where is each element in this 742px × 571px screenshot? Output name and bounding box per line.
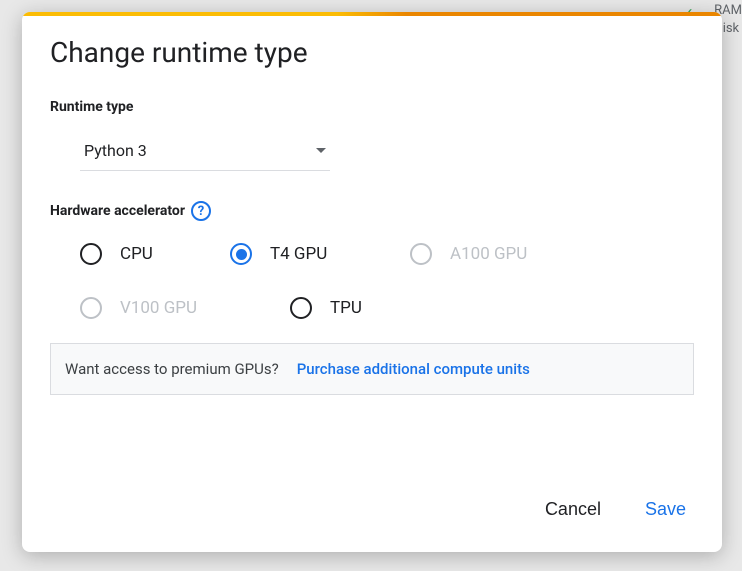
save-button[interactable]: Save: [639, 495, 692, 524]
accelerator-radio-cpu[interactable]: CPU: [80, 243, 230, 265]
runtime-type-label: Runtime type: [50, 99, 694, 115]
accelerator-radio-group: CPU T4 GPU A100 GPU V100 GPU TPU: [80, 243, 694, 319]
radio-icon: [410, 243, 432, 265]
premium-promo: Want access to premium GPUs? Purchase ad…: [50, 343, 694, 395]
promo-text: Want access to premium GPUs?: [65, 360, 279, 378]
runtime-type-value: Python 3: [84, 141, 147, 160]
radio-label: A100 GPU: [450, 244, 527, 264]
radio-label: TPU: [330, 298, 362, 318]
cancel-button[interactable]: Cancel: [539, 495, 607, 524]
runtime-dialog: Change runtime type Runtime type Python …: [22, 12, 722, 552]
accelerator-label-text: Hardware accelerator: [50, 203, 185, 219]
chevron-down-icon: [316, 148, 326, 153]
accelerator-radio-t4[interactable]: T4 GPU: [230, 243, 410, 265]
radio-icon: [230, 243, 252, 265]
radio-label: V100 GPU: [120, 298, 197, 318]
accelerator-radio-a100: A100 GPU: [410, 243, 610, 265]
promo-link[interactable]: Purchase additional compute units: [297, 360, 530, 378]
radio-label: T4 GPU: [270, 244, 327, 264]
radio-label: CPU: [120, 244, 153, 264]
accelerator-radio-v100: V100 GPU: [80, 297, 290, 319]
dialog-title: Change runtime type: [50, 36, 694, 69]
dialog-actions: Cancel Save: [22, 471, 722, 552]
runtime-type-select[interactable]: Python 3: [80, 133, 330, 171]
radio-icon: [80, 243, 102, 265]
radio-icon: [80, 297, 102, 319]
accelerator-radio-tpu[interactable]: TPU: [290, 297, 362, 319]
accelerator-label: Hardware accelerator ?: [50, 201, 694, 221]
radio-icon: [290, 297, 312, 319]
dialog-content: Change runtime type Runtime type Python …: [22, 16, 722, 471]
help-icon[interactable]: ?: [191, 201, 211, 221]
